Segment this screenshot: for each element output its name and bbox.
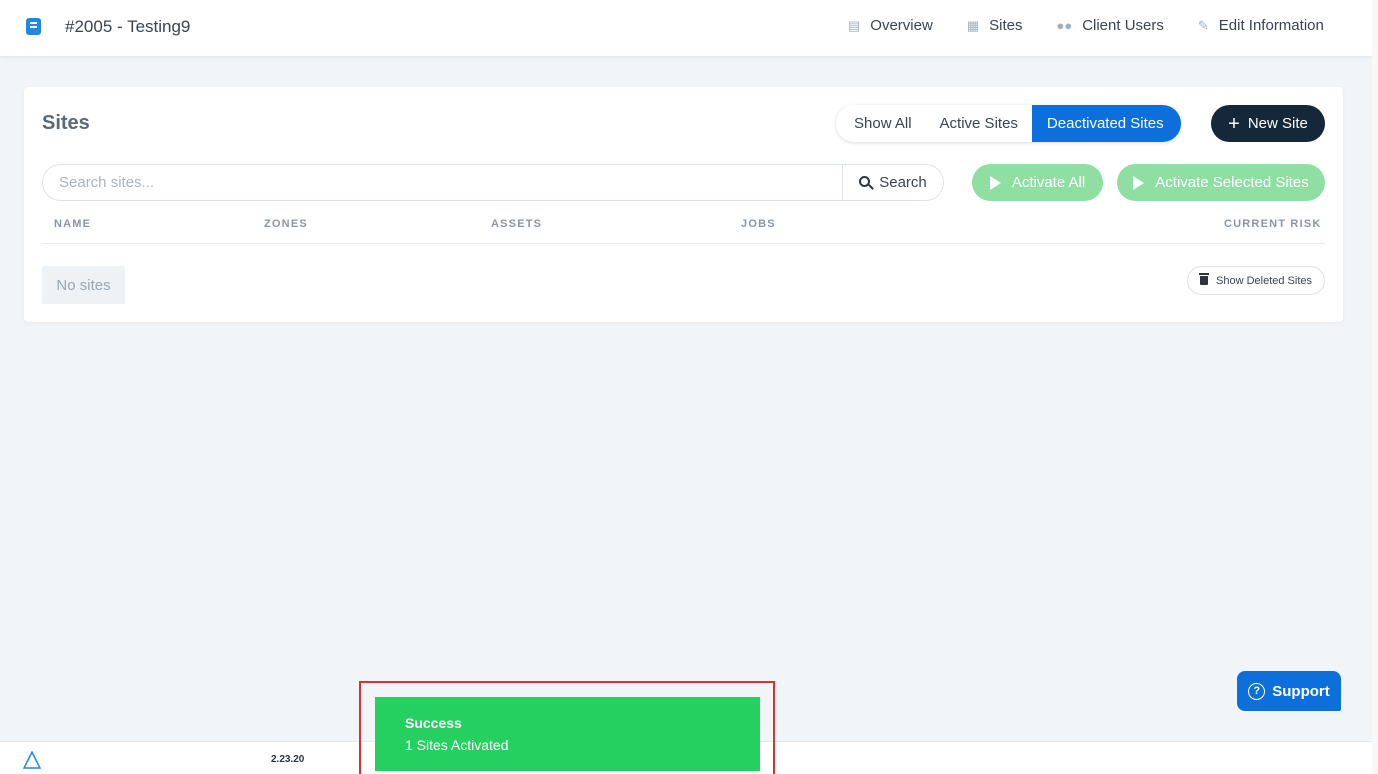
show-deleted-sites-button[interactable]: Show Deleted Sites [1187, 266, 1325, 295]
column-header-jobs[interactable]: JOBS [741, 218, 776, 230]
toast-title: Success [405, 715, 462, 731]
column-header-zones[interactable]: ZONES [264, 218, 308, 230]
scrollbar[interactable] [1372, 0, 1378, 774]
toast-message: 1 Sites Activated [405, 737, 509, 753]
new-site-label: New Site [1247, 115, 1308, 132]
show-deleted-label: Show Deleted Sites [1216, 274, 1312, 287]
nav-edit-information-label: Edit Information [1218, 17, 1324, 34]
activate-all-label: Activate All [1011, 174, 1086, 191]
column-header-current-risk[interactable]: CURRENT RISK [1224, 218, 1322, 230]
activate-selected-label: Activate Selected Sites [1155, 174, 1309, 191]
client-title: #2005 - Testing9 [65, 17, 191, 36]
nav-overview-label: Overview [870, 17, 933, 34]
search-button-label: Search [879, 174, 927, 191]
column-header-name[interactable]: NAME [54, 218, 91, 230]
support-button[interactable]: ? Support [1237, 671, 1341, 711]
success-toast[interactable]: Success 1 Sites Activated [375, 697, 760, 771]
filter-show-all[interactable]: Show All [836, 105, 926, 142]
version-label: 2.23.20 [271, 754, 305, 765]
chart-icon: ▤ [848, 17, 861, 33]
top-bar: #2005 - Testing9 ▤ Overview ▦ Sites ●● C… [0, 0, 1372, 56]
search-button[interactable]: Search [842, 165, 943, 200]
nav-client-users[interactable]: ●● Client Users [1056, 17, 1163, 34]
search-input[interactable] [43, 165, 842, 200]
play-icon [989, 175, 1001, 190]
nav-sites[interactable]: ▦ Sites [967, 17, 1023, 34]
page-title: Sites [42, 112, 90, 134]
pencil-icon: ✎ [1197, 17, 1209, 33]
activate-selected-button[interactable]: Activate Selected Sites [1117, 164, 1325, 201]
table-header-divider [42, 243, 1325, 244]
nav-overview[interactable]: ▤ Overview [848, 17, 933, 34]
column-header-assets[interactable]: ASSETS [491, 218, 542, 230]
top-nav: ▤ Overview ▦ Sites ●● Client Users ✎ Edi… [848, 17, 1324, 34]
logo-icon [23, 751, 41, 769]
search-icon [859, 176, 871, 187]
question-icon: ? [1248, 682, 1266, 700]
support-label: Support [1272, 682, 1330, 700]
play-icon [1133, 175, 1145, 190]
nav-edit-information[interactable]: ✎ Edit Information [1198, 17, 1324, 34]
nav-sites-label: Sites [989, 17, 1023, 34]
empty-state: No sites [42, 266, 125, 304]
site-filter-group: Show All Active Sites Deactivated Sites [836, 105, 1181, 142]
sites-card: Sites Show All Active Sites Deactivated … [24, 87, 1343, 322]
search-bar: Search [42, 164, 944, 201]
building-icon: ▦ [966, 17, 980, 33]
nav-client-users-label: Client Users [1082, 17, 1164, 34]
filter-active-sites[interactable]: Active Sites [926, 105, 1032, 142]
activate-all-button[interactable]: Activate All [972, 164, 1103, 201]
new-site-button[interactable]: + New Site [1211, 105, 1325, 142]
trash-icon [1199, 273, 1209, 285]
users-icon: ●● [1056, 18, 1073, 33]
address-book-icon [26, 18, 41, 35]
plus-icon: + [1228, 112, 1240, 135]
filter-deactivated-sites[interactable]: Deactivated Sites [1031, 105, 1181, 142]
